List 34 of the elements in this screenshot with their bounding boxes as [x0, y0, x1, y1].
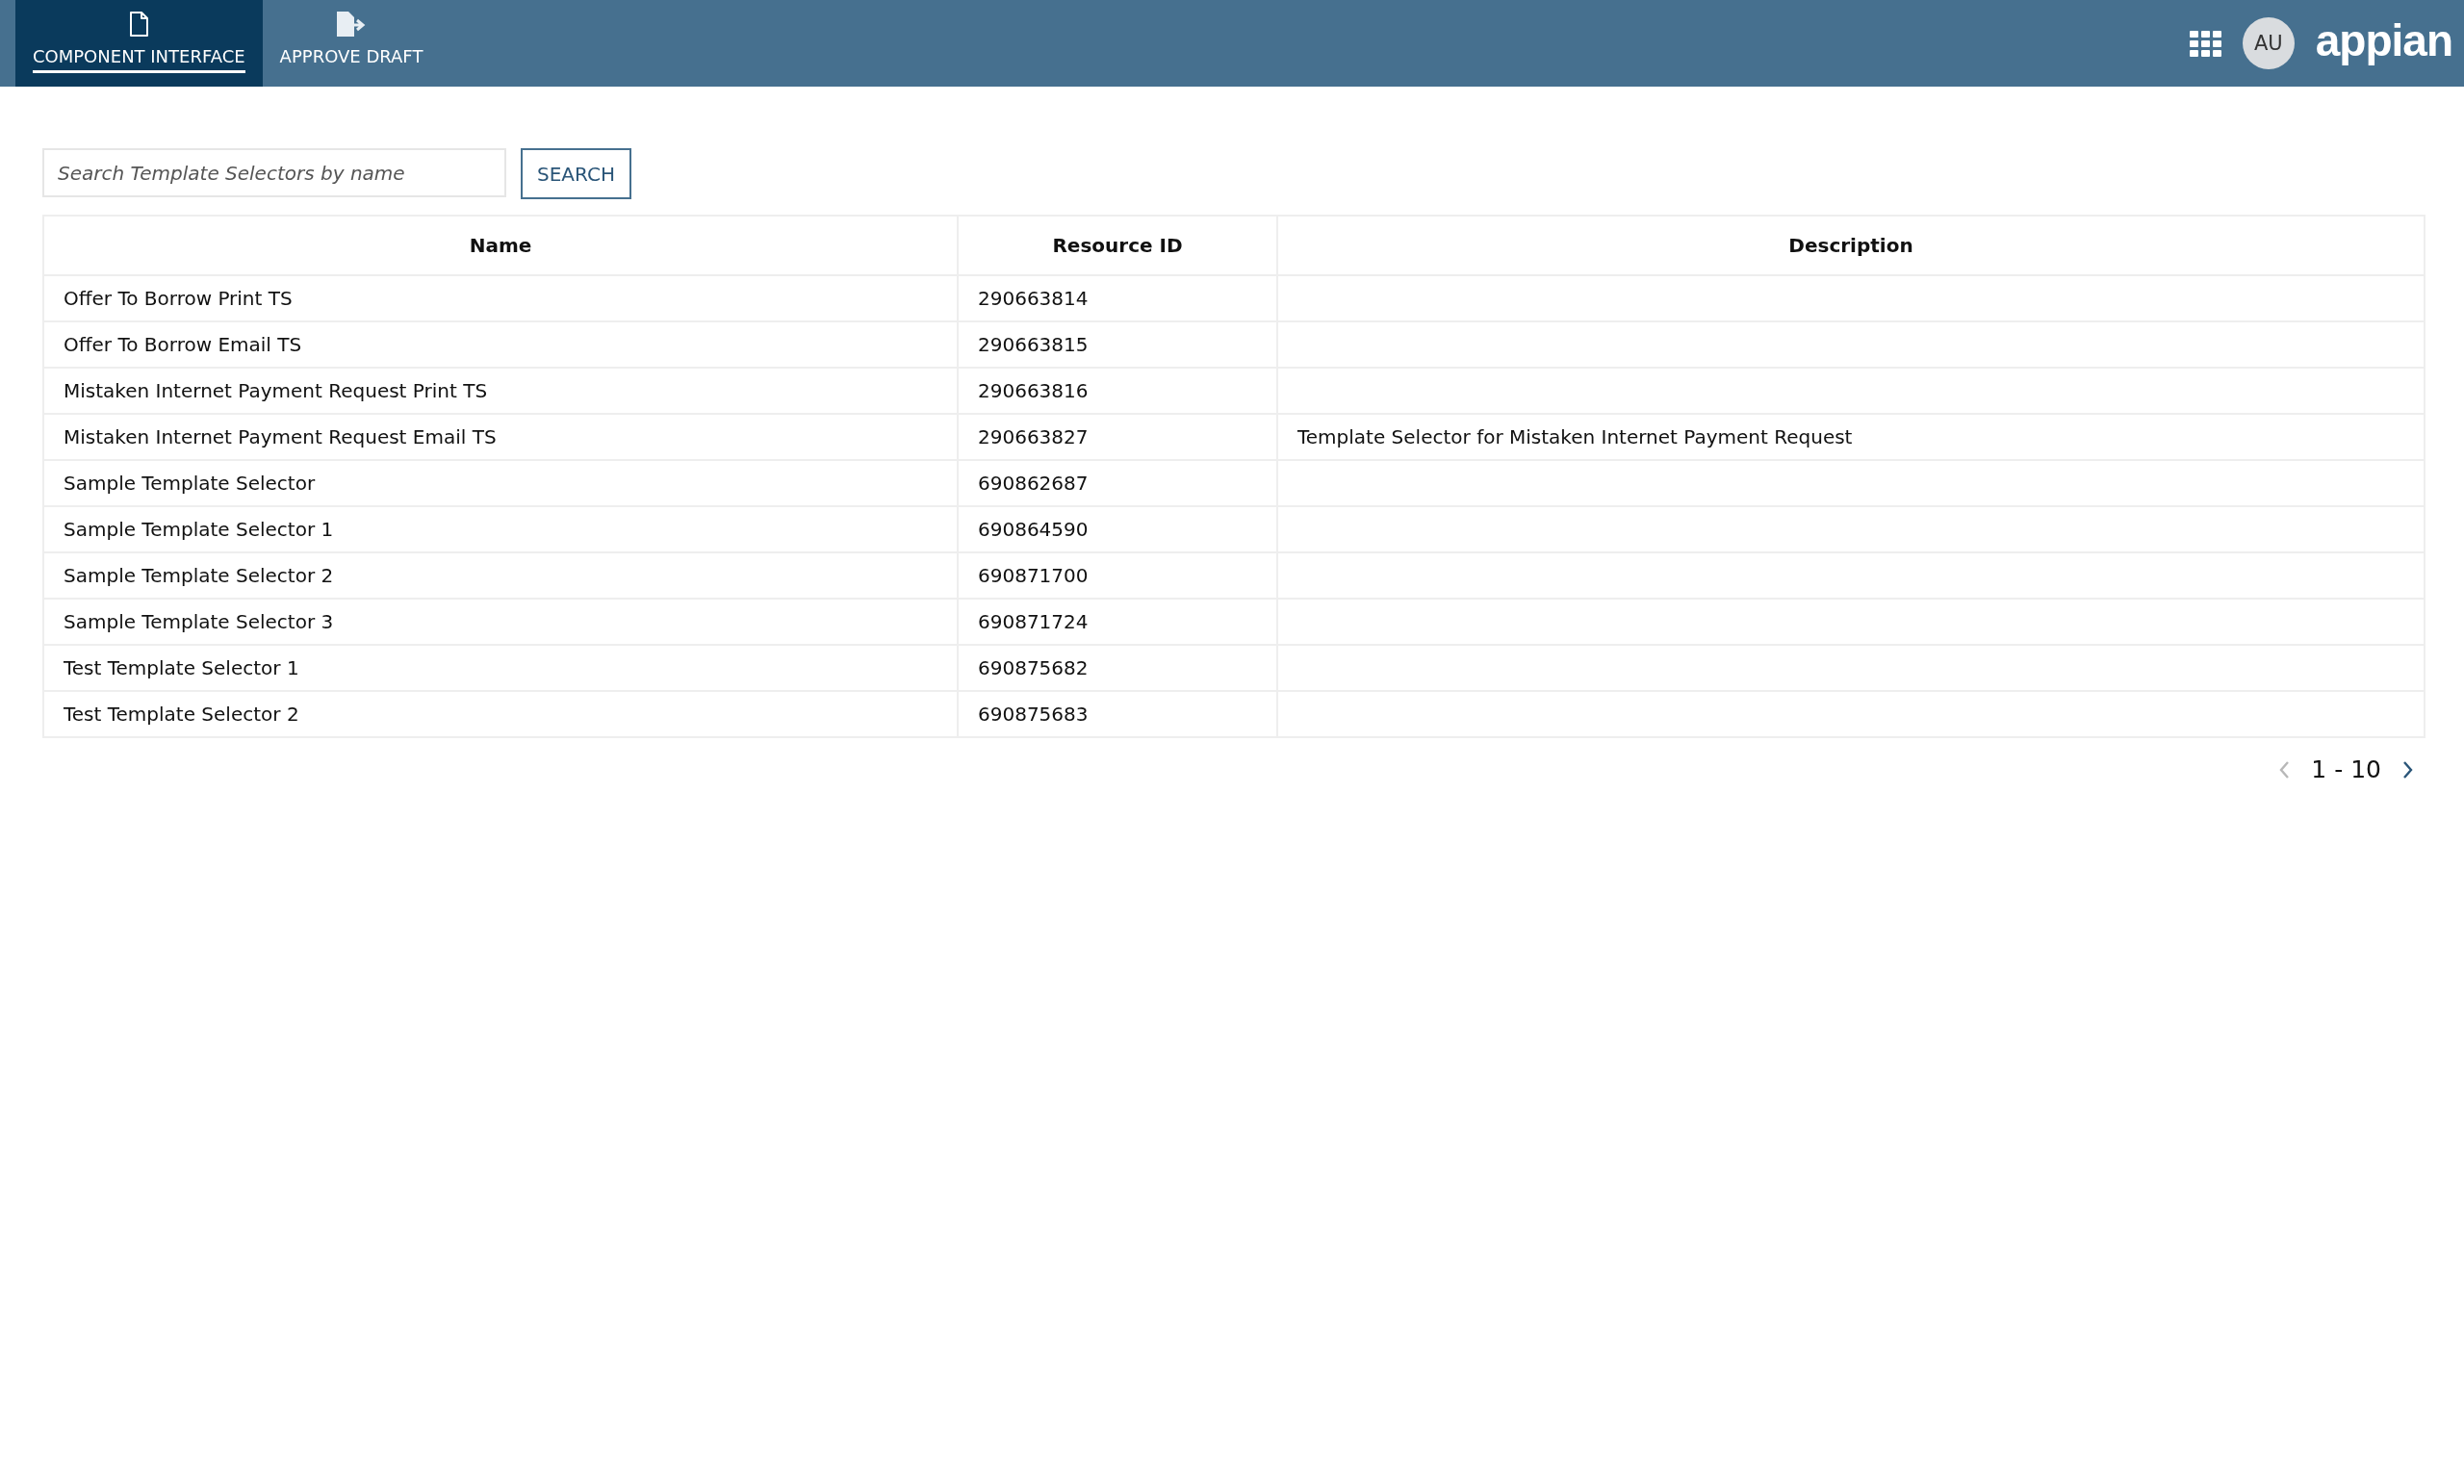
table-cell: 690875682 [978, 656, 1089, 679]
page-range: 1 - 10 [2311, 755, 2381, 783]
table-cell: Offer To Borrow Email TS [64, 333, 302, 356]
table-cell: 690864590 [978, 518, 1089, 541]
table-cell: Sample Template Selector 2 [64, 564, 334, 587]
table-cell: 290663827 [978, 425, 1089, 448]
app-grid-icon[interactable] [2189, 30, 2221, 57]
search-field[interactable]: Search Template Selectors by name [42, 148, 506, 197]
document-arrow-icon [336, 12, 367, 37]
table-cell: Offer To Borrow Print TS [64, 287, 293, 310]
table-cell: 290663816 [978, 379, 1089, 402]
table-cell: Test Template Selector 2 [64, 703, 299, 726]
column-header: Description [1277, 216, 2425, 275]
table-cell: Sample Template Selector 3 [64, 610, 334, 633]
nav-tab[interactable]: COMPONENT INTERFACE [15, 0, 263, 87]
table-cell: 690871724 [978, 610, 1089, 633]
table-cell: Test Template Selector 1 [64, 656, 299, 679]
table-cell: Mistaken Internet Payment Request Email TS [64, 425, 497, 448]
user-avatar[interactable]: AU [2242, 17, 2295, 69]
table-cell: 290663814 [978, 287, 1089, 310]
column-header: Name [43, 216, 958, 275]
table-cell: Sample Template Selector [64, 472, 316, 495]
logo: appian [2315, 14, 2452, 67]
table-cell: 290663815 [978, 333, 1089, 356]
column-header: Resource ID [958, 216, 1277, 275]
table-cell: Template Selector for Mistaken Internet Payment Request [1297, 425, 1853, 448]
search-button[interactable]: SEARCH [521, 148, 631, 199]
table-cell: Mistaken Internet Payment Request Print TS [64, 379, 488, 402]
table-cell: 690871700 [978, 564, 1089, 587]
document-icon [129, 12, 149, 37]
table-cell: Sample Template Selector 1 [64, 518, 334, 541]
table-cell: 690875683 [978, 703, 1089, 726]
nav-tab[interactable]: APPROVE DRAFT [262, 0, 441, 87]
table-cell: 690862687 [978, 472, 1089, 495]
